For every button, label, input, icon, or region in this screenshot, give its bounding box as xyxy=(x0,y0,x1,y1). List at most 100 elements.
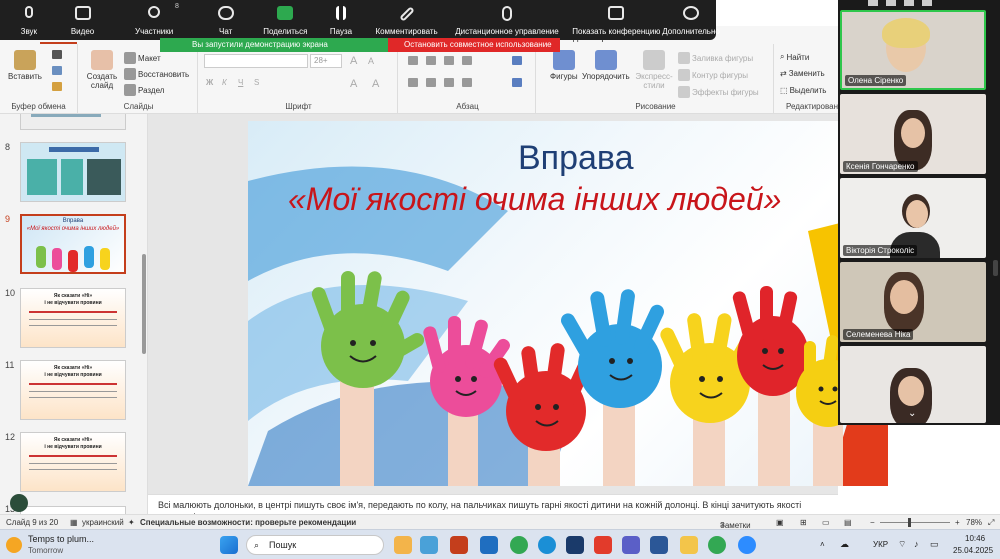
accessibility-status[interactable]: Специальные возможности: проверьте реком… xyxy=(140,518,356,527)
show-meeting-button[interactable]: Показать конференцию xyxy=(567,0,666,40)
volume-icon[interactable]: ♪ xyxy=(914,539,919,549)
font-size-input[interactable]: 28+ xyxy=(310,54,342,68)
participant-tile[interactable]: ⌄ xyxy=(840,346,986,423)
gallery-controls[interactable] xyxy=(868,0,958,7)
zoom-app-icon[interactable] xyxy=(738,536,756,554)
bold-icon[interactable]: Ж xyxy=(206,78,213,87)
numbering-icon[interactable] xyxy=(426,56,436,65)
thumbnail-scrollbar[interactable] xyxy=(142,254,146,354)
windows-start-icon[interactable] xyxy=(220,536,238,554)
section-button[interactable]: Раздел xyxy=(124,84,164,96)
participant-tile[interactable]: Селеменева Ніка xyxy=(840,262,986,342)
align-left-icon[interactable] xyxy=(408,78,418,87)
indent-less-icon[interactable] xyxy=(444,56,454,65)
weather-title[interactable]: Temps to plum... xyxy=(28,534,94,544)
participants-button[interactable]: 8 Участники xyxy=(111,0,196,40)
panel-scrollbar[interactable] xyxy=(993,260,998,276)
zoom-in-icon[interactable]: + xyxy=(955,518,960,527)
pause-button[interactable]: Пауза xyxy=(316,0,366,40)
shapes-button[interactable]: Фигуры xyxy=(550,50,578,81)
taskbar-search-input[interactable]: ⌕ Пошук xyxy=(246,535,384,555)
app-icon[interactable] xyxy=(420,536,438,554)
fit-slide-icon[interactable]: ⤢ xyxy=(988,518,994,528)
slide-subtitle[interactable]: «Мої якості очима інших людей» xyxy=(288,181,781,218)
underline-icon[interactable]: Ч xyxy=(238,78,243,87)
shape-outline-button[interactable]: Контур фигуры xyxy=(678,69,748,81)
tray-icon[interactable]: ☁ xyxy=(840,539,849,550)
participant-tile[interactable]: Ксенія Гончаренко xyxy=(840,94,986,174)
word-icon[interactable] xyxy=(650,536,668,554)
share-button[interactable]: Поделиться xyxy=(255,0,317,40)
minimize-icon[interactable] xyxy=(904,0,914,6)
reading-view-icon[interactable]: ▭ xyxy=(822,518,830,527)
app-icon[interactable] xyxy=(394,536,412,554)
new-slide-button[interactable]: Создать слайд xyxy=(86,50,118,90)
zoom-slider[interactable] xyxy=(880,522,950,523)
app-icon[interactable] xyxy=(566,536,584,554)
replace-button[interactable]: ⇄ Заменить xyxy=(780,69,825,78)
speaker-notes[interactable]: Всі малюють долоньки, в центрі пишуть св… xyxy=(148,494,838,514)
slide-thumbnail-11[interactable]: Як сказати «Ні» і не відчувати провини xyxy=(20,360,126,420)
font-color-icon[interactable]: A xyxy=(350,78,357,90)
video-button[interactable]: Видео xyxy=(54,0,112,40)
paste-button[interactable]: Вставить xyxy=(8,50,42,81)
chrome-icon-2[interactable] xyxy=(708,536,726,554)
slide-thumbnail-13[interactable] xyxy=(20,506,126,514)
italic-icon[interactable]: К xyxy=(222,78,227,87)
format-painter-icon[interactable] xyxy=(52,82,62,91)
copy-icon[interactable] xyxy=(52,66,62,75)
chat-button[interactable]: Чат xyxy=(197,0,255,40)
justify-icon[interactable] xyxy=(462,78,472,87)
clock-date[interactable]: 25.04.2025 xyxy=(953,546,993,555)
annotate-button[interactable]: Комментировать xyxy=(366,0,448,40)
edge-icon[interactable] xyxy=(538,536,556,554)
layout-button[interactable]: Макет xyxy=(124,52,161,64)
slide-thumbnail-7[interactable] xyxy=(20,114,126,130)
battery-icon[interactable]: ▭ xyxy=(930,539,939,550)
select-button[interactable]: ⬚ Выделить xyxy=(780,86,826,95)
participant-tile[interactable]: Олена Сіренко xyxy=(840,10,986,90)
quick-styles-button[interactable]: Экспресс-стили xyxy=(635,50,673,90)
language-label[interactable]: украинский xyxy=(82,518,124,527)
align-center-icon[interactable] xyxy=(426,78,436,87)
slide-thumbnail-12[interactable]: Як сказати «Ні» і не відчувати провини xyxy=(20,432,126,492)
more-button[interactable]: Дополнительно xyxy=(662,0,720,40)
slide-thumbnail-9[interactable]: Вправа «Мої якості очима інших людей» xyxy=(20,214,126,274)
tray-chevron-icon[interactable]: ˄ xyxy=(820,540,825,549)
font-family-input[interactable] xyxy=(204,54,308,68)
zoom-slider-thumb[interactable] xyxy=(908,518,911,527)
arrange-button[interactable]: Упорядочить xyxy=(582,50,630,81)
align-right-icon[interactable] xyxy=(444,78,454,87)
text-direction-icon[interactable] xyxy=(512,56,522,65)
increase-font-icon[interactable]: A xyxy=(350,55,357,67)
chevron-down-icon[interactable]: ⌄ xyxy=(908,408,916,419)
close-icon[interactable] xyxy=(922,0,932,6)
audio-button[interactable]: Звук xyxy=(4,0,54,40)
find-button[interactable]: ⌕ Найти xyxy=(780,52,809,62)
gallery-view-icon[interactable] xyxy=(868,0,878,6)
indent-more-icon[interactable] xyxy=(462,56,472,65)
remote-control-button[interactable]: Дистанционное управление xyxy=(447,0,566,40)
highlight-icon[interactable]: A xyxy=(372,78,379,90)
accessibility-icon[interactable]: ✦ xyxy=(128,518,135,527)
slide-thumbnail-8[interactable] xyxy=(20,142,126,202)
decrease-font-icon[interactable]: A xyxy=(368,56,374,66)
file-explorer-icon[interactable] xyxy=(680,536,698,554)
participant-tile[interactable]: Вікторія Строколіс xyxy=(840,178,986,258)
normal-view-icon[interactable]: ▣ xyxy=(776,518,784,527)
input-language[interactable]: УКР xyxy=(873,540,888,549)
stop-share-button[interactable]: Остановить совместное использование xyxy=(388,38,560,52)
shape-fill-button[interactable]: Заливка фигуры xyxy=(678,52,753,64)
weather-icon[interactable] xyxy=(6,537,22,553)
smartart-icon[interactable] xyxy=(512,78,522,87)
speaker-view-icon[interactable] xyxy=(886,0,896,6)
app-icon[interactable] xyxy=(594,536,612,554)
current-slide[interactable]: Вправа «Мої якості очима інших людей» xyxy=(248,121,888,486)
slide-sorter-icon[interactable]: ⊞ xyxy=(800,518,807,527)
teams-icon[interactable] xyxy=(622,536,640,554)
shape-effects-button[interactable]: Эффекты фигуры xyxy=(678,86,759,98)
outlook-icon[interactable] xyxy=(480,536,498,554)
powerpoint-icon[interactable] xyxy=(450,536,468,554)
copilot-pen-icon[interactable] xyxy=(10,494,28,512)
cut-icon[interactable] xyxy=(52,50,62,59)
